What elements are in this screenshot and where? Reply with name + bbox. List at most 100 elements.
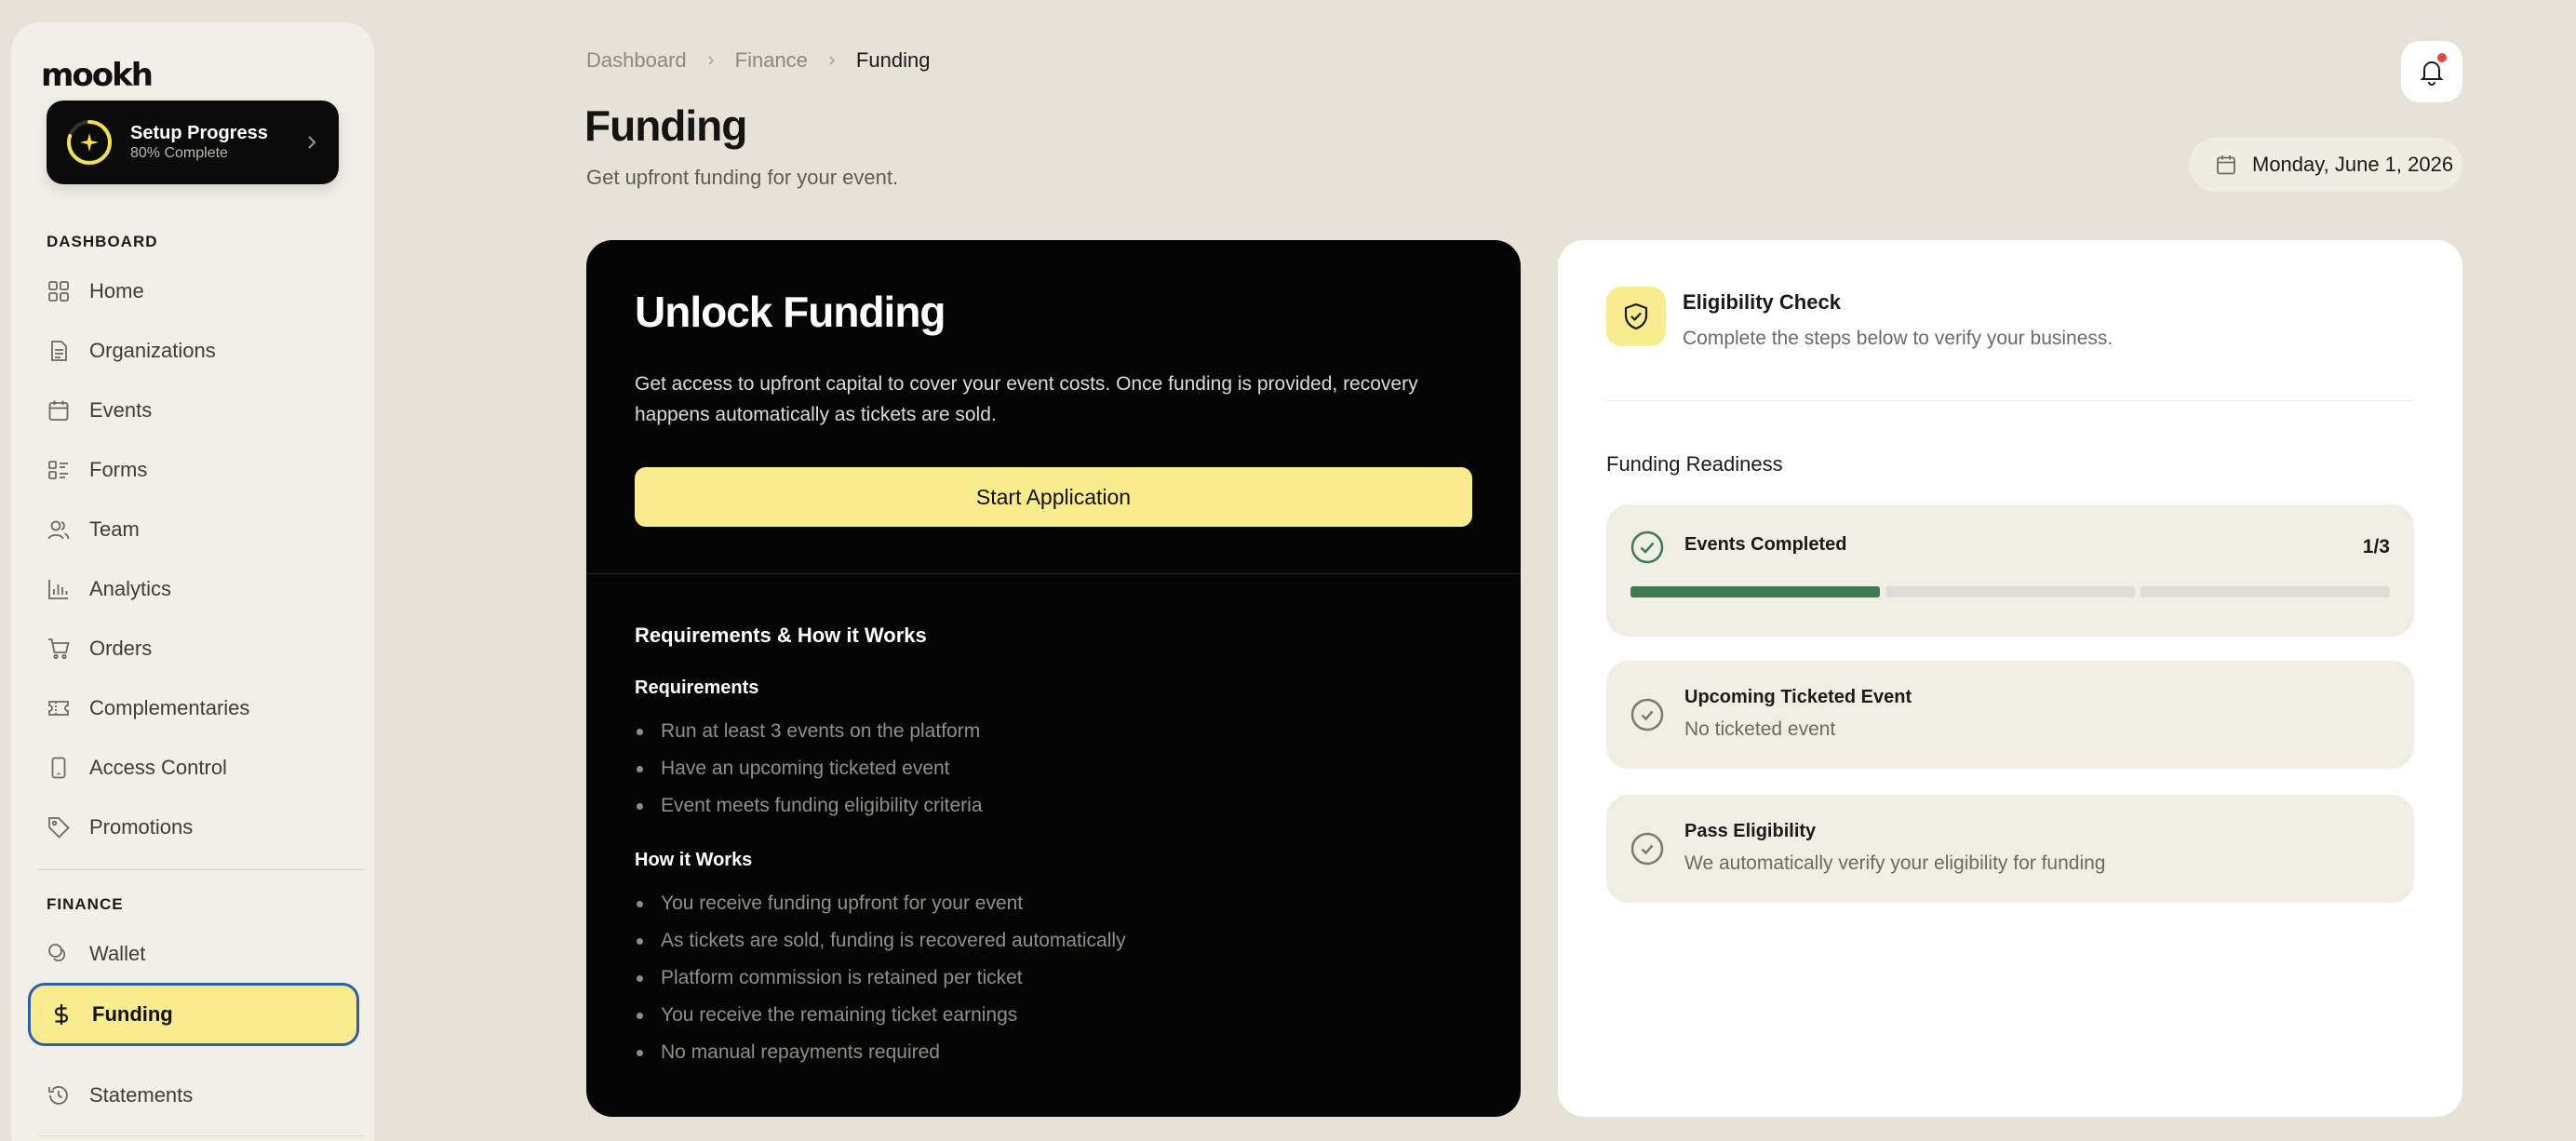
date-picker[interactable]: Monday, June 1, 2026 bbox=[2189, 138, 2462, 192]
page-title: Funding bbox=[584, 101, 747, 150]
sidebar-item-label: Forms bbox=[89, 458, 148, 481]
ticket-icon bbox=[48, 701, 69, 716]
sidebar-item-label: Team bbox=[89, 517, 140, 541]
funding-readiness-title: Funding Readiness bbox=[1606, 452, 1783, 476]
unlock-funding-card: Unlock Funding Get access to upfront cap… bbox=[586, 240, 1521, 1117]
eligibility-subtitle: Complete the steps below to verify your … bbox=[1683, 328, 2113, 349]
sidebar-item-home[interactable]: Home bbox=[47, 268, 363, 315]
phone-icon bbox=[51, 757, 66, 779]
document-icon bbox=[51, 341, 67, 361]
unlock-funding-title: Unlock Funding bbox=[635, 288, 946, 336]
eligibility-card: Eligibility Check Complete the steps bel… bbox=[1558, 240, 2462, 1117]
sidebar-item-label: Access Control bbox=[89, 756, 227, 779]
requirements-title: Requirements bbox=[635, 678, 759, 698]
sidebar-item-label: Funding bbox=[92, 1002, 173, 1026]
step-subtitle: We automatically verify your eligibility… bbox=[1684, 852, 2106, 874]
sidebar-item-orders[interactable]: Orders bbox=[47, 625, 363, 672]
setup-progress-card[interactable]: Setup Progress 80% Complete bbox=[47, 101, 339, 184]
sidebar-item-promotions[interactable]: Promotions bbox=[47, 804, 363, 851]
sidebar-item-complementaries[interactable]: Complementaries bbox=[47, 685, 363, 732]
logo-text: mookh bbox=[41, 57, 154, 94]
list-item: Platform commission is retained per tick… bbox=[635, 960, 1126, 997]
notifications-button[interactable] bbox=[2401, 41, 2462, 102]
list-item: Have an upcoming ticketed event bbox=[635, 750, 983, 787]
events-progress-bar bbox=[1630, 586, 2390, 597]
sidebar-item-label: Wallet bbox=[89, 942, 146, 965]
chevron-right-icon bbox=[708, 56, 714, 65]
start-application-button[interactable]: Start Application bbox=[635, 467, 1472, 527]
card-divider bbox=[1606, 400, 2414, 401]
calendar-icon bbox=[48, 400, 69, 421]
sidebar-item-statements[interactable]: Statements bbox=[47, 1072, 363, 1119]
sidebar-item-label: Statements bbox=[89, 1083, 194, 1107]
step-subtitle: No ticketed event bbox=[1684, 718, 1836, 740]
eligibility-title: Eligibility Check bbox=[1683, 290, 1841, 314]
sidebar-item-label: Home bbox=[89, 279, 144, 302]
breadcrumb-item-dashboard[interactable]: Dashboard bbox=[586, 48, 687, 73]
coins-icon bbox=[48, 944, 66, 961]
sidebar-item-label: Analytics bbox=[89, 577, 172, 600]
sidebar-item-label: Complementaries bbox=[89, 696, 250, 719]
breadcrumb-item-finance[interactable]: Finance bbox=[735, 48, 808, 73]
sidebar-item-organizations[interactable]: Organizations bbox=[47, 328, 363, 374]
eligibility-icon-box bbox=[1606, 287, 1666, 346]
list-item: No manual repayments required bbox=[635, 1034, 1126, 1071]
setup-progress-title: Setup Progress bbox=[130, 123, 268, 143]
requirements-list: Run at least 3 events on the platform Ha… bbox=[635, 713, 983, 825]
sidebar-divider bbox=[37, 869, 365, 870]
check-circle-icon bbox=[1630, 832, 1664, 866]
breadcrumb: Dashboard Finance Funding bbox=[586, 48, 930, 73]
step-title: Upcoming Ticketed Event bbox=[1684, 687, 1912, 707]
nav-section-finance: FINANCE bbox=[47, 895, 124, 913]
tag-icon bbox=[48, 817, 70, 839]
shield-check-icon bbox=[1624, 302, 1648, 330]
requirements-section-title: Requirements & How it Works bbox=[635, 624, 927, 647]
sidebar-item-analytics[interactable]: Analytics bbox=[47, 566, 363, 612]
list-item: You receive funding upfront for your eve… bbox=[635, 885, 1126, 922]
step-upcoming-ticketed-event: Upcoming Ticketed Event No ticketed even… bbox=[1606, 661, 2414, 769]
step-title: Pass Eligibility bbox=[1684, 821, 1817, 841]
grid-icon bbox=[48, 281, 69, 302]
date-label: Monday, June 1, 2026 bbox=[2252, 153, 2454, 176]
sidebar-item-forms[interactable]: Forms bbox=[47, 447, 363, 493]
sidebar-item-funding[interactable]: Funding bbox=[28, 983, 359, 1046]
sidebar-item-label: Organizations bbox=[89, 339, 216, 362]
sidebar-divider bbox=[37, 1135, 365, 1136]
card-divider bbox=[586, 573, 1521, 574]
setup-progress-subtitle: 80% Complete bbox=[130, 145, 228, 161]
history-icon bbox=[48, 1086, 68, 1105]
page-subtitle: Get upfront funding for your event. bbox=[586, 166, 899, 189]
dollar-icon bbox=[54, 1004, 69, 1025]
cart-icon bbox=[48, 638, 70, 660]
chevron-right-icon bbox=[829, 56, 836, 65]
sidebar-item-label: Orders bbox=[89, 637, 153, 660]
calendar-icon bbox=[2217, 155, 2235, 175]
notification-dot bbox=[2437, 53, 2447, 62]
list-item: Run at least 3 events on the platform bbox=[635, 713, 983, 750]
sidebar-item-label: Events bbox=[89, 398, 153, 422]
users-icon bbox=[47, 520, 70, 540]
list-item: You receive the remaining ticket earning… bbox=[635, 997, 1126, 1034]
sidebar-item-access-control[interactable]: Access Control bbox=[47, 745, 363, 791]
setup-progress-ring-icon bbox=[67, 120, 112, 165]
list-item: Event meets funding eligibility criteria bbox=[635, 787, 983, 825]
sidebar-item-team[interactable]: Team bbox=[47, 506, 363, 553]
unlock-funding-description: Get access to upfront capital to cover y… bbox=[635, 373, 1418, 425]
how-it-works-title: How it Works bbox=[635, 850, 753, 870]
step-title: Events Completed bbox=[1684, 534, 1847, 555]
bar-chart-icon bbox=[48, 580, 68, 599]
list-item: As tickets are sold, funding is recovere… bbox=[635, 922, 1126, 960]
sidebar: mookh Setup Progress 80% Complete DASHBO… bbox=[11, 22, 374, 1141]
breadcrumb-item-funding: Funding bbox=[855, 48, 931, 72]
how-it-works-list: You receive funding upfront for your eve… bbox=[635, 885, 1126, 1071]
progress-segment bbox=[1885, 586, 2135, 597]
chevron-right-icon bbox=[308, 136, 316, 149]
sidebar-item-wallet[interactable]: Wallet bbox=[47, 931, 363, 977]
logo[interactable]: mookh bbox=[41, 52, 154, 99]
step-events-completed: Events Completed 1/3 bbox=[1606, 504, 2414, 637]
step-count: 1/3 bbox=[2362, 536, 2390, 557]
form-list-icon bbox=[48, 461, 68, 479]
check-circle-icon bbox=[1630, 698, 1664, 732]
progress-segment bbox=[2140, 586, 2390, 597]
sidebar-item-events[interactable]: Events bbox=[47, 387, 363, 434]
